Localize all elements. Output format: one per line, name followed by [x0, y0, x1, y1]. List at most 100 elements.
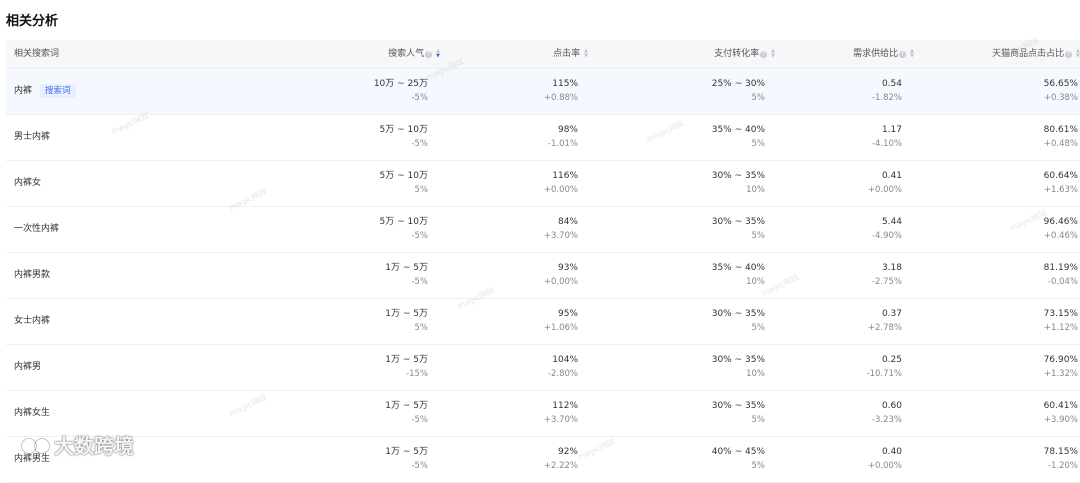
search-popularity-cell: 1万 ~ 5万 5%	[385, 307, 428, 336]
supply-demand-ratio-value: 1.17	[881, 125, 902, 135]
related-analysis-table: 相关搜索词 搜索人气 ? ▲ ▼ 点击率 ▲ ▼ 支付转化率 ? ▲ ▼ 需求供给比 …	[6, 40, 1080, 483]
col-header-supply-demand[interactable]: 需求供给比 ? ▲ ▼	[853, 40, 914, 68]
term-cell[interactable]: 内裤 搜索词	[14, 69, 76, 114]
tmall-click-share-change: +1.63%	[1043, 185, 1078, 195]
supply-demand-ratio-change: -2.75%	[871, 277, 902, 287]
supply-demand-ratio-value: 0.25	[881, 355, 902, 365]
click-rate-cell: 116% +0.00%	[544, 169, 578, 198]
click-rate-change: +2.22%	[543, 461, 578, 471]
table-header: 相关搜索词 搜索人气 ? ▲ ▼ 点击率 ▲ ▼ 支付转化率 ? ▲ ▼ 需求供给比 …	[6, 40, 1080, 69]
table-row[interactable]: 女士内裤 1万 ~ 5万 5% 95% +1.06% 30% ~ 35% 5% 0.37 +2.…	[6, 299, 1080, 345]
col-header-search[interactable]: 搜索人气 ? ▲ ▼	[388, 40, 440, 68]
search-popularity-value: 1万 ~ 5万	[385, 447, 428, 457]
search-popularity-cell: 1万 ~ 5万 -5%	[385, 261, 428, 290]
col-header-tmall-share[interactable]: 天猫商品点击占比 ? ▲ ▼	[992, 40, 1080, 68]
term-cell[interactable]: 男士内裤	[14, 115, 50, 160]
supply-demand-ratio-change: -3.23%	[871, 415, 902, 425]
term-text: 内裤女生	[14, 408, 51, 418]
supply-demand-ratio-cell: 1.17 -4.10%	[872, 123, 902, 152]
tmall-click-share-value: 96.46%	[1043, 217, 1078, 227]
click-rate-cell: 104% -2.80%	[548, 353, 578, 382]
col-header-conversion[interactable]: 支付转化率 ? ▲ ▼	[714, 40, 775, 68]
click-rate-value: 93%	[557, 263, 578, 273]
search-popularity-value: 1万 ~ 5万	[385, 263, 428, 273]
conversion-rate-value: 30% ~ 35%	[711, 309, 765, 319]
tmall-click-share-cell: 78.15% -1.20%	[1044, 445, 1078, 474]
help-icon[interactable]: ?	[425, 50, 433, 58]
supply-demand-ratio-change: -4.10%	[871, 139, 902, 149]
click-rate-cell: 93% +0.00%	[544, 261, 578, 290]
tmall-click-share-value: 56.65%	[1043, 79, 1078, 89]
click-rate-cell: 115% +0.88%	[544, 77, 578, 106]
supply-demand-ratio-cell: 0.60 -3.23%	[872, 399, 902, 428]
term-text: 男士内裤	[14, 132, 51, 142]
help-icon[interactable]: ?	[899, 50, 907, 58]
table-row[interactable]: 一次性内裤 5万 ~ 10万 -5% 84% +3.70% 30% ~ 35% 5% 5.44…	[6, 207, 1080, 253]
term-cell[interactable]: 内裤男	[14, 345, 41, 390]
help-icon[interactable]: ?	[1065, 50, 1073, 58]
table-row[interactable]: 内裤女 5万 ~ 10万 5% 116% +0.00% 30% ~ 35% 10% 0.41 +…	[6, 161, 1080, 207]
col-header-term-label: 相关搜索词	[14, 49, 60, 59]
table-body: 内裤 搜索词 10万 ~ 25万 -5% 115% +0.88% 25% ~ 30% 5% 0.…	[6, 69, 1080, 483]
search-popularity-value: 5万 ~ 10万	[379, 171, 428, 181]
supply-demand-ratio-change: -1.82%	[871, 93, 902, 103]
table-row[interactable]: 男士内裤 5万 ~ 10万 -5% 98% -1.01% 35% ~ 40% 5% 1.17 -…	[6, 115, 1080, 161]
click-rate-cell: 98% -1.01%	[548, 123, 578, 152]
tmall-click-share-value: 60.41%	[1043, 401, 1078, 411]
click-rate-value: 112%	[552, 401, 578, 411]
click-rate-value: 84%	[557, 217, 578, 227]
sort-icon[interactable]: ▲ ▼	[436, 49, 440, 59]
help-icon[interactable]: ?	[760, 50, 768, 58]
table-row[interactable]: 内裤女生 1万 ~ 5万 -5% 112% +3.70% 30% ~ 35% 5% 0.60 -…	[6, 391, 1080, 437]
search-popularity-cell: 1万 ~ 5万 -5%	[385, 445, 428, 474]
table-row[interactable]: 内裤男生 1万 ~ 5万 -5% 92% +2.22% 40% ~ 45% 5% 0.40 +0…	[6, 437, 1080, 483]
col-header-ctr[interactable]: 点击率 ▲ ▼	[553, 40, 588, 68]
click-rate-value: 115%	[552, 79, 578, 89]
click-rate-change: +0.00%	[543, 185, 578, 195]
table-row[interactable]: 内裤男 1万 ~ 5万 -15% 104% -2.80% 30% ~ 35% 10% 0.25…	[6, 345, 1080, 391]
conversion-rate-value: 30% ~ 35%	[711, 217, 765, 227]
term-text: 内裤男款	[14, 270, 51, 280]
tmall-click-share-cell: 76.90% +1.32%	[1044, 353, 1078, 382]
click-rate-cell: 112% +3.70%	[544, 399, 578, 428]
search-popularity-change: -5%	[411, 231, 428, 241]
term-text: 一次性内裤	[14, 224, 60, 234]
supply-demand-ratio-change: +0.00%	[867, 461, 902, 471]
conversion-rate-change: 5%	[751, 415, 766, 425]
term-cell[interactable]: 女士内裤	[14, 299, 50, 344]
sort-icon[interactable]: ▲ ▼	[584, 49, 588, 59]
brand-logo-text: 大数跨境	[54, 434, 134, 458]
search-popularity-value: 5万 ~ 10万	[379, 217, 428, 227]
tmall-click-share-change: -0.04%	[1047, 277, 1078, 287]
search-popularity-change: -15%	[406, 369, 428, 379]
term-cell[interactable]: 内裤女	[14, 161, 41, 206]
table-row[interactable]: 内裤男款 1万 ~ 5万 -5% 93% +0.00% 35% ~ 40% 10% 3.18 -…	[6, 253, 1080, 299]
tmall-click-share-change: +1.32%	[1043, 369, 1078, 379]
search-popularity-cell: 1万 ~ 5万 -15%	[385, 353, 428, 382]
brand-logo-icon	[7, 436, 50, 454]
sort-icon[interactable]: ▲ ▼	[910, 49, 914, 59]
term-cell[interactable]: 内裤男款	[14, 253, 50, 298]
supply-demand-ratio-cell: 0.25 -10.71%	[867, 353, 902, 382]
conversion-rate-cell: 30% ~ 35% 10%	[712, 353, 765, 382]
click-rate-cell: 92% +2.22%	[544, 445, 578, 474]
search-popularity-change: -5%	[411, 415, 428, 425]
sort-icon[interactable]: ▲ ▼	[1076, 49, 1080, 59]
search-popularity-change: -5%	[411, 139, 428, 149]
tmall-click-share-change: +0.48%	[1043, 139, 1078, 149]
sort-icon[interactable]: ▲ ▼	[771, 49, 775, 59]
search-popularity-change: 5%	[414, 185, 429, 195]
supply-demand-ratio-value: 0.60	[881, 401, 902, 411]
term-cell[interactable]: 一次性内裤	[14, 207, 59, 252]
search-popularity-cell: 5万 ~ 10万 5%	[380, 169, 428, 198]
conversion-rate-value: 30% ~ 35%	[711, 355, 765, 365]
tmall-click-share-cell: 60.41% +3.90%	[1044, 399, 1078, 428]
table-row[interactable]: 内裤 搜索词 10万 ~ 25万 -5% 115% +0.88% 25% ~ 30% 5% 0.…	[6, 69, 1080, 115]
supply-demand-ratio-change: -4.90%	[871, 231, 902, 241]
conversion-rate-change: 5%	[751, 461, 766, 471]
tmall-click-share-value: 81.19%	[1043, 263, 1078, 273]
search-term-tag: 搜索词	[40, 84, 76, 98]
conversion-rate-cell: 30% ~ 35% 5%	[712, 215, 765, 244]
conversion-rate-value: 35% ~ 40%	[711, 263, 765, 273]
tmall-click-share-change: +3.90%	[1043, 415, 1078, 425]
